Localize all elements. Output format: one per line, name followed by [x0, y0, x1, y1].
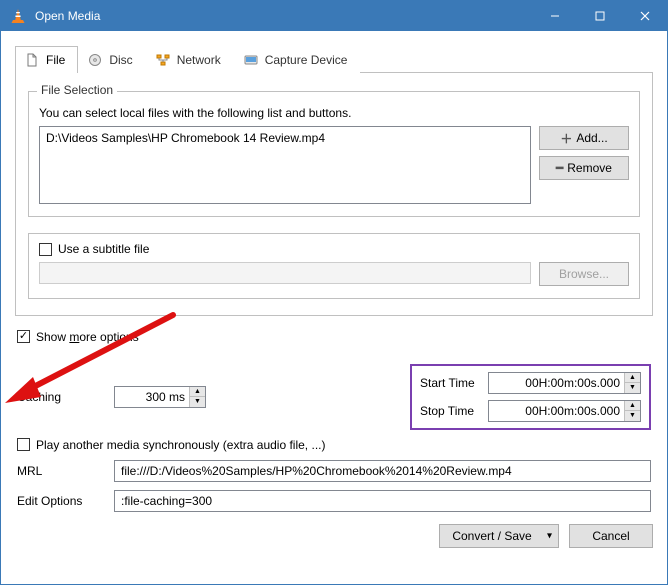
subtitle-group: Use a subtitle file Browse...	[28, 233, 640, 299]
stop-time-label: Stop Time	[420, 404, 482, 418]
network-icon	[155, 52, 171, 68]
checkbox-icon	[39, 243, 52, 256]
spin-up-icon[interactable]: ▲	[625, 373, 640, 384]
show-more-options-label: Show more options	[36, 330, 139, 344]
edit-options-input[interactable]	[114, 490, 651, 512]
tab-disc-label: Disc	[109, 53, 132, 67]
spin-down-icon[interactable]: ▼	[625, 383, 640, 393]
file-selection-group: File Selection You can select local file…	[28, 91, 640, 217]
file-list-item[interactable]: D:\Videos Samples\HP Chromebook 14 Revie…	[46, 131, 524, 145]
minimize-button[interactable]	[532, 1, 577, 31]
advanced-options: Caching ▲ ▼ Start Time ▲	[15, 350, 653, 512]
tab-file-pane: File Selection You can select local file…	[15, 73, 653, 316]
remove-button[interactable]: ━ Remove	[539, 156, 629, 180]
start-time-input[interactable]	[489, 373, 624, 393]
titlebar: Open Media	[1, 1, 667, 31]
cancel-label: Cancel	[592, 529, 629, 543]
stop-time-spinbox[interactable]: ▲ ▼	[488, 400, 641, 422]
mrl-input[interactable]	[114, 460, 651, 482]
spin-down-icon[interactable]: ▼	[190, 397, 205, 407]
edit-options-label: Edit Options	[17, 494, 102, 508]
tab-network-label: Network	[177, 53, 221, 67]
subtitle-path-field	[39, 262, 531, 284]
time-range-highlight: Start Time ▲ ▼ Stop Time	[410, 364, 651, 430]
caching-input[interactable]	[115, 387, 189, 407]
caching-label: Caching	[17, 390, 102, 404]
minus-icon: ━	[556, 161, 563, 175]
spin-up-icon[interactable]: ▲	[190, 387, 205, 398]
spin-up-icon[interactable]: ▲	[625, 401, 640, 412]
vlc-cone-icon	[9, 7, 27, 25]
file-selection-legend: File Selection	[37, 83, 117, 97]
tab-disc[interactable]: Disc	[78, 46, 145, 73]
tab-bar: File Disc Network Capture Device	[15, 45, 653, 73]
stop-time-input[interactable]	[489, 401, 624, 421]
file-icon	[24, 52, 40, 68]
tab-network[interactable]: Network	[146, 46, 234, 73]
capture-icon	[243, 52, 259, 68]
caching-spinbox[interactable]: ▲ ▼	[114, 386, 206, 408]
maximize-button[interactable]	[577, 1, 622, 31]
convert-save-button[interactable]: Convert / Save	[439, 524, 559, 548]
tab-capture[interactable]: Capture Device	[234, 46, 361, 73]
checkbox-icon	[17, 438, 30, 451]
convert-save-label: Convert / Save	[452, 529, 531, 543]
mrl-label: MRL	[17, 464, 102, 478]
subtitle-checkbox-label: Use a subtitle file	[58, 242, 149, 256]
window-controls	[532, 1, 667, 31]
file-selection-hint: You can select local files with the foll…	[39, 106, 629, 120]
disc-icon	[87, 52, 103, 68]
close-button[interactable]	[622, 1, 667, 31]
window-title: Open Media	[35, 9, 532, 23]
browse-button: Browse...	[539, 262, 629, 286]
start-time-spinbox[interactable]: ▲ ▼	[488, 372, 641, 394]
tab-capture-label: Capture Device	[265, 53, 348, 67]
sync-media-checkbox[interactable]: Play another media synchronously (extra …	[17, 438, 325, 452]
start-time-label: Start Time	[420, 376, 482, 390]
remove-button-label: Remove	[567, 161, 612, 175]
add-button[interactable]: ＋ Add...	[539, 126, 629, 150]
cancel-button[interactable]: Cancel	[569, 524, 653, 548]
spin-down-icon[interactable]: ▼	[625, 411, 640, 421]
browse-button-label: Browse...	[559, 267, 609, 281]
file-list[interactable]: D:\Videos Samples\HP Chromebook 14 Revie…	[39, 126, 531, 204]
tab-file-label: File	[46, 53, 65, 67]
add-button-label: Add...	[576, 131, 607, 145]
tab-file[interactable]: File	[15, 46, 78, 73]
subtitle-checkbox[interactable]: Use a subtitle file	[39, 242, 149, 256]
sync-media-label: Play another media synchronously (extra …	[36, 438, 325, 452]
plus-icon: ＋	[560, 130, 572, 147]
show-more-options-checkbox[interactable]: Show more options	[17, 330, 139, 344]
checkbox-checked-icon	[17, 330, 30, 343]
dialog-footer: Convert / Save Cancel	[15, 524, 653, 548]
